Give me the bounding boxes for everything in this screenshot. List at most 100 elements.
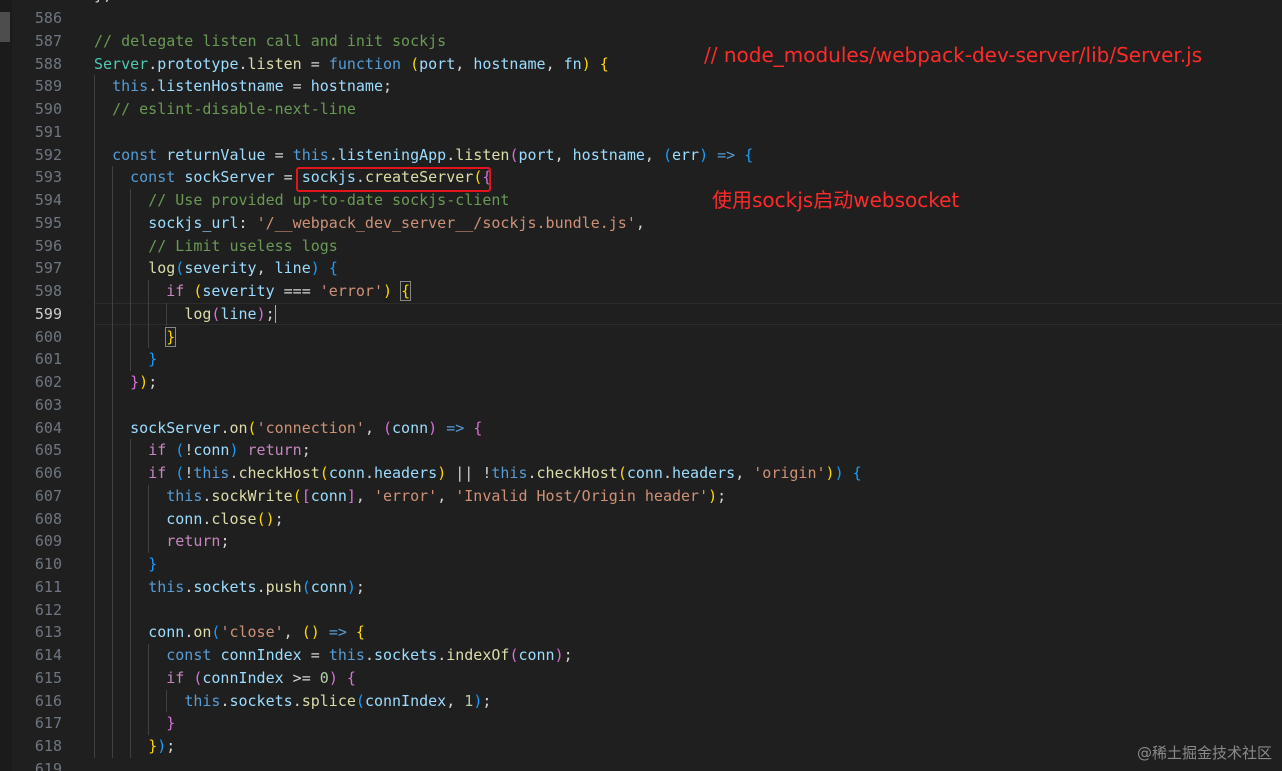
line-number: 618 (34, 737, 62, 755)
code-token: ) (473, 691, 483, 710)
code-token: ; (265, 304, 275, 323)
line-number: 614 (34, 646, 62, 664)
code-token: ; (355, 577, 365, 596)
code-token: ( (292, 486, 302, 505)
line-number: 616 (34, 691, 62, 710)
code-token: conn (193, 441, 230, 460)
code-token: . (148, 77, 158, 96)
code-token: { (400, 281, 412, 301)
line-number: 595 (34, 213, 62, 232)
code-line: } (94, 348, 157, 371)
code-token: this (292, 145, 329, 164)
code-token: ) (310, 623, 320, 642)
line-number: 592 (34, 145, 62, 164)
code-token: sockWrite (211, 486, 293, 505)
line-number-gutter: 586 587 588 589 590 591 592 593 594 595 596 597 598 5… (12, 0, 74, 771)
code-token: ( (301, 577, 311, 596)
code-line: log(line); (94, 303, 276, 326)
code-token: hostname (473, 54, 546, 73)
code-token: ) (383, 282, 393, 300)
code-token: if (166, 282, 185, 300)
line-number: 594 (34, 191, 62, 209)
code-token: . (527, 464, 537, 482)
code-token: if (166, 668, 185, 687)
code-token: , (455, 54, 474, 73)
code-token: on (229, 418, 248, 437)
line-number: 589 (34, 77, 62, 96)
code-token: ) (229, 441, 239, 460)
code-token: { (328, 259, 338, 278)
line-number: 588 (34, 54, 62, 73)
code-token: , (644, 145, 663, 164)
code-token: // Limit useless logs (148, 236, 338, 255)
code-token: ; (301, 441, 311, 460)
code-token: ( (175, 464, 185, 482)
code-token: 'Invalid Host/Origin header' (455, 486, 709, 505)
code-token: } (166, 714, 176, 733)
line-number: 593 (34, 168, 62, 187)
code-token: ) (428, 418, 438, 437)
code-token: . (437, 646, 447, 664)
code-token: log (184, 304, 212, 323)
code-line: // Use provided up-to-date sockjs-client (94, 189, 509, 212)
code-token: ; (274, 509, 284, 528)
sockjs-highlight-box (296, 167, 491, 192)
code-token: this (166, 486, 203, 505)
line-number: 613 (34, 623, 62, 642)
code-token: function (328, 54, 402, 73)
code-token: }; (94, 0, 112, 4)
line-number: 591 (34, 122, 62, 141)
code-line: // delegate listen call and init sockjs (94, 30, 446, 53)
code-token: ( (617, 464, 627, 482)
code-token: '/__webpack_dev_server__/sockjs.bundle.j… (256, 213, 636, 232)
code-token: ) (346, 577, 356, 596)
code-token: ( (410, 54, 420, 73)
code-token: ) (310, 259, 320, 278)
code-token: . (184, 577, 194, 596)
code-token: ! (184, 464, 194, 482)
code-token: . (662, 464, 672, 482)
code-line: sockjs_url: '/__webpack_dev_server__/soc… (94, 212, 645, 235)
code-token: ( (319, 464, 329, 482)
code-token: return (166, 532, 221, 551)
code-line: return; (94, 530, 229, 553)
code-token: close (211, 509, 257, 528)
code-token: const (112, 145, 158, 164)
code-token: >= (283, 668, 320, 687)
code-token: ; (383, 77, 393, 96)
code-token: => (446, 418, 465, 437)
code-token: ) (437, 464, 447, 482)
code-token: , (283, 623, 302, 642)
code-token: if (148, 464, 167, 482)
code-editor[interactable]: 586 587 588 589 590 591 592 593 594 595 596 597 598 5… (0, 0, 1282, 771)
code-token: ( (256, 509, 266, 528)
code-area[interactable]: }; // delegate listen call and init sockj… (94, 0, 1282, 771)
code-token: port (419, 54, 456, 73)
code-token: listenHostname (157, 77, 284, 96)
line-number: 607 (34, 486, 62, 505)
line-number: 619 (34, 759, 62, 771)
code-token: conn (626, 464, 663, 482)
line-number: 609 (34, 532, 62, 551)
code-token: ) (328, 668, 338, 687)
code-line: conn.on('close', () => { (94, 621, 365, 644)
code-token: ) (699, 145, 709, 164)
code-token: conn (310, 486, 347, 505)
